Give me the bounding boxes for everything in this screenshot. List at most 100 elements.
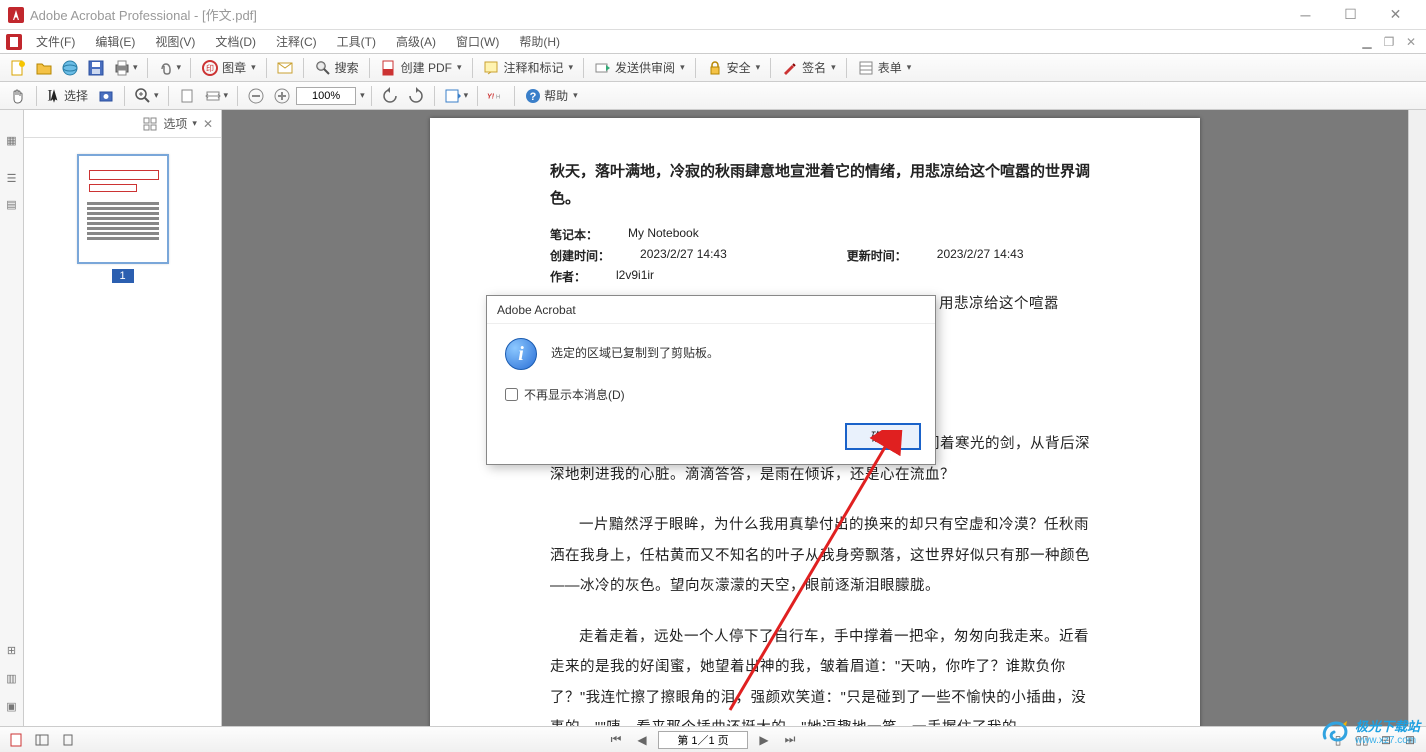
zoom-input[interactable] xyxy=(296,87,356,105)
new-icon[interactable] xyxy=(6,56,30,80)
panel-grid-icon[interactable] xyxy=(143,117,157,131)
meta-created-label: 创建时间： xyxy=(550,247,610,264)
sb-single-icon[interactable] xyxy=(58,730,78,750)
maximize-button[interactable]: ☐ xyxy=(1328,0,1373,30)
annotate-button[interactable]: 注释和标记▾ xyxy=(479,59,578,77)
title-bar: Adobe Acrobat Professional - [作文.pdf] ─ … xyxy=(0,0,1426,30)
rotate-ccw-icon[interactable] xyxy=(378,84,402,108)
yozo-icon[interactable]: Y!H xyxy=(484,84,508,108)
mdi-minimize-icon[interactable]: ▁ xyxy=(1358,34,1376,50)
nav-prev-icon[interactable]: ◀ xyxy=(632,730,652,750)
hand-tool-icon[interactable] xyxy=(6,84,30,108)
menu-bar: 文件(F) 编辑(E) 视图(V) 文档(D) 注释(C) 工具(T) 高级(A… xyxy=(0,30,1426,54)
print-icon[interactable]: ▾ xyxy=(110,56,141,80)
left-tab-model-icon[interactable]: ▣ xyxy=(1,694,23,718)
menu-file[interactable]: 文件(F) xyxy=(26,30,85,53)
fit-page-icon[interactable] xyxy=(175,84,199,108)
thumbnail-page-number: 1 xyxy=(112,269,134,283)
doc-title: 秋天，落叶满地，冷寂的秋雨肆意地宣泄着它的情绪，用悲凉给这个喧嚣的世界调色。 xyxy=(550,158,1100,212)
watermark: 极光下载站 www.xz7.com xyxy=(1321,716,1420,746)
toolbar-secondary: I选择 ▾ ▾ ▾ ▾ Y!H ?帮助▾ xyxy=(0,82,1426,110)
left-tab-strip: ▦ ☰ ▤ ⊞ ▥ ▣ xyxy=(0,110,24,726)
left-tab-comment-icon[interactable]: ▥ xyxy=(1,666,23,690)
left-tab-bookmark-icon[interactable]: ☰ xyxy=(1,166,23,190)
open-folder-icon[interactable] xyxy=(32,56,56,80)
sb-layout-icon[interactable] xyxy=(32,730,52,750)
pages-panel: 选项▾ ✕ 1 xyxy=(24,110,222,726)
app-logo-icon xyxy=(8,7,24,23)
svg-text:?: ? xyxy=(530,91,537,103)
menu-tools[interactable]: 工具(T) xyxy=(327,30,386,53)
send-review-button[interactable]: 发送供审阅▾ xyxy=(590,59,689,77)
page-number-input[interactable] xyxy=(658,731,748,749)
meta-notebook-label: 笔记本： xyxy=(550,226,598,243)
sb-doc-icon[interactable] xyxy=(6,730,26,750)
zoom-in-btn-icon[interactable] xyxy=(270,84,294,108)
zoom-out-btn-icon[interactable] xyxy=(244,84,268,108)
create-pdf-button[interactable]: 创建 PDF▾ xyxy=(376,59,466,77)
dialog-message: 选定的区域已复制到了剪贴板。 xyxy=(551,338,719,361)
meta-author-value: l2v9i1ir xyxy=(616,268,654,285)
security-button[interactable]: 安全▾ xyxy=(702,59,765,77)
left-tab-sign-icon[interactable]: ▤ xyxy=(1,192,23,216)
menu-edit[interactable]: 编辑(E) xyxy=(85,30,145,53)
zoom-in-icon[interactable]: ▾ xyxy=(131,84,162,108)
snapshot-tool-icon[interactable] xyxy=(94,84,118,108)
dialog-title: Adobe Acrobat xyxy=(487,296,935,324)
svg-text:H: H xyxy=(496,94,500,100)
dont-show-label: 不再显示本消息(D) xyxy=(524,386,625,403)
open-web-icon[interactable] xyxy=(58,56,82,80)
info-icon: i xyxy=(505,338,537,370)
rotate-cw-icon[interactable] xyxy=(404,84,428,108)
menu-comments[interactable]: 注释(C) xyxy=(266,30,327,53)
nav-first-icon[interactable]: ⏮ xyxy=(606,730,626,750)
left-tab-attach-icon[interactable]: ⊞ xyxy=(1,638,23,662)
watermark-brand: 极光下载站 xyxy=(1355,716,1420,735)
nav-next-icon[interactable]: ▶ xyxy=(754,730,774,750)
meta-created-value: 2023/2/27 14:43 xyxy=(640,247,727,264)
dont-show-checkbox[interactable] xyxy=(505,388,518,401)
menu-help[interactable]: 帮助(H) xyxy=(509,30,570,53)
meta-updated-label: 更新时间： xyxy=(847,247,907,264)
menu-window[interactable]: 窗口(W) xyxy=(446,30,509,53)
sign-button[interactable]: 签名▾ xyxy=(777,59,840,77)
help-button[interactable]: ?帮助▾ xyxy=(521,87,582,104)
zoom-dropdown-icon[interactable]: ▾ xyxy=(360,90,365,101)
status-bar: ⏮ ◀ ▶ ⏭ ▯ ▯▯ ⊟ ⊞ xyxy=(0,726,1426,752)
meta-author-label: 作者： xyxy=(550,268,586,285)
paragraph-3: 一片黯然浮于眼眸，为什么我用真挚付出的换来的却只有空虚和冷漠？任秋雨洒在我身上，… xyxy=(550,510,1100,601)
dialog-ok-button[interactable]: 确定 xyxy=(845,423,921,450)
tool-a-icon[interactable]: ▾ xyxy=(441,84,472,108)
menu-view[interactable]: 视图(V) xyxy=(145,30,205,53)
svg-text:I: I xyxy=(47,87,52,104)
doc-mini-icon xyxy=(6,34,22,50)
svg-text:Y!: Y! xyxy=(487,93,495,100)
watermark-logo-icon xyxy=(1321,718,1351,744)
panel-options-button[interactable]: 选项▾ xyxy=(163,115,197,132)
save-icon[interactable] xyxy=(84,56,108,80)
svg-text:印: 印 xyxy=(206,64,214,73)
mdi-restore-icon[interactable]: ❐ xyxy=(1380,34,1398,50)
left-tab-pages[interactable]: ▦ xyxy=(1,116,23,164)
page-thumbnail[interactable] xyxy=(77,154,169,264)
select-tool-button[interactable]: I选择 xyxy=(43,87,92,105)
attach-icon[interactable]: ▾ xyxy=(154,56,185,80)
minimize-button[interactable]: ─ xyxy=(1283,0,1328,30)
forms-button[interactable]: 表单▾ xyxy=(853,59,916,77)
meta-notebook-value: My Notebook xyxy=(628,226,699,243)
fit-width-icon[interactable]: ▾ xyxy=(201,84,232,108)
email-icon[interactable] xyxy=(273,56,297,80)
menu-document[interactable]: 文档(D) xyxy=(205,30,266,53)
info-dialog: Adobe Acrobat i 选定的区域已复制到了剪贴板。 不再显示本消息(D… xyxy=(486,295,936,465)
meta-updated-value: 2023/2/27 14:43 xyxy=(937,247,1024,264)
search-button[interactable]: 搜索 xyxy=(310,59,363,77)
mdi-close-icon[interactable]: ✕ xyxy=(1402,34,1420,50)
close-button[interactable]: ✕ xyxy=(1373,0,1418,30)
stamp-button[interactable]: 印图章▾ xyxy=(197,59,260,77)
menu-advanced[interactable]: 高级(A) xyxy=(386,30,446,53)
watermark-url: www.xz7.com xyxy=(1355,735,1420,746)
vertical-scrollbar[interactable] xyxy=(1408,110,1426,726)
window-title: Adobe Acrobat Professional - [作文.pdf] xyxy=(30,5,1283,24)
nav-last-icon[interactable]: ⏭ xyxy=(780,730,800,750)
panel-close-icon[interactable]: ✕ xyxy=(203,117,213,131)
